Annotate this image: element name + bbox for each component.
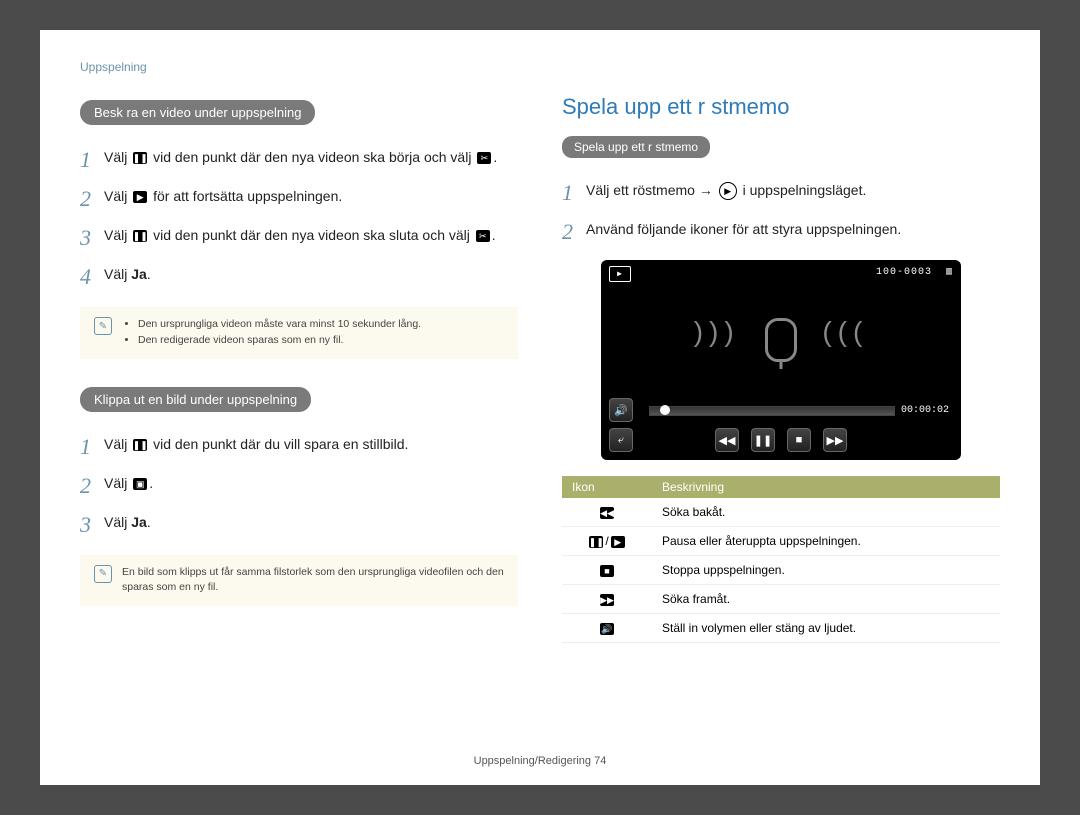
step-number: 2 (80, 469, 104, 502)
volume-button[interactable]: 🔊 (609, 398, 633, 422)
step-text: Välj Ja. (104, 260, 151, 285)
table-row: 🔊 Ställ in volymen eller stäng av ljudet… (562, 614, 1000, 643)
icon-cell: ❚❚/▶ (562, 527, 652, 556)
note-item: Den ursprungliga videon måste vara minst… (138, 317, 421, 333)
step-3: 3 Välj ❚❚ vid den punkt där den nya vide… (80, 221, 518, 254)
pill-voice-memo: Spela upp ett r stmemo (562, 136, 710, 158)
desc-cell: Söka bakåt. (652, 498, 1000, 527)
desc-cell: Pausa eller återuppta uppspelningen. (652, 527, 1000, 556)
step-text: Välj Ja. (104, 508, 151, 533)
table-row: ■ Stoppa uppspelningen. (562, 556, 1000, 585)
step-1: 1 Välj ❚❚ vid den punkt där den nya vide… (80, 143, 518, 176)
cut-icon: ✂ (476, 230, 490, 242)
battery-icon: ▥ (946, 267, 953, 278)
play-round-icon: ▶ (719, 182, 737, 200)
forward-icon: ▶▶ (600, 594, 614, 606)
progress-thumb (660, 405, 670, 415)
player-file-info: 100-0003 ▥ (876, 266, 953, 282)
icon-cell: ◀◀ (562, 498, 652, 527)
step-1b: 1 Välj ❚❚ vid den punkt där du vill spar… (80, 430, 518, 463)
microphone-icon (765, 318, 797, 362)
elapsed-time: 00:00:02 (901, 405, 949, 416)
file-number: 100-0003 (876, 267, 932, 278)
right-column: Spela upp ett r stmemo Spela upp ett r s… (562, 94, 1000, 643)
desc-cell: Ställ in volymen eller stäng av ljudet. (652, 614, 1000, 643)
play-icon: ▶ (133, 191, 147, 203)
icon-cell: ■ (562, 556, 652, 585)
table-head-desc: Beskrivning (652, 476, 1000, 498)
transport-controls: ◀◀ ❚❚ ■ ▶▶ (601, 428, 961, 452)
step-text: Välj ❚❚ vid den punkt där den nya videon… (104, 143, 497, 168)
rewind-button[interactable]: ◀◀ (715, 428, 739, 452)
note-icon: ✎ (94, 565, 112, 583)
pause-icon: ❚❚ (133, 439, 147, 451)
table-row: ▶▶ Söka framåt. (562, 585, 1000, 614)
step-number: 4 (80, 260, 104, 293)
step-text: Använd följande ikoner för att styra upp… (586, 215, 901, 240)
camera-icon: ▣ (133, 478, 147, 490)
pause-icon: ❚❚ (133, 230, 147, 242)
table-row: ❚❚/▶ Pausa eller återuppta uppspelningen… (562, 527, 1000, 556)
pill-capture-still: Klippa ut en bild under uppspelning (80, 387, 311, 412)
icon-description-table: Ikon Beskrivning ◀◀ Söka bakåt. ❚❚/▶ Pau… (562, 476, 1000, 643)
forward-button[interactable]: ▶▶ (823, 428, 847, 452)
progress-bar: 00:00:02 (649, 405, 949, 416)
step-4: 4 Välj Ja. (80, 260, 518, 293)
step-text: Välj ❚❚ vid den punkt där du vill spara … (104, 430, 408, 455)
note-text: En bild som klipps ut får samma filstorl… (122, 565, 504, 597)
step-2b: 2 Välj ▣. (80, 469, 518, 502)
note-box-1: ✎ Den ursprungliga videon måste vara min… (80, 307, 518, 359)
section-title: Spela upp ett r stmemo (562, 94, 1000, 120)
desc-cell: Söka framåt. (652, 585, 1000, 614)
step-number: 2 (80, 182, 104, 215)
table-head-icon: Ikon (562, 476, 652, 498)
step-2: 2 Välj ▶ för att fortsätta uppspelningen… (80, 182, 518, 215)
icon-cell: ▶▶ (562, 585, 652, 614)
pause-icon: ❚❚ (589, 536, 603, 548)
rewind-icon: ◀◀ (600, 507, 614, 519)
volume-icon: 🔊 (600, 623, 614, 635)
manual-page: Uppspelning Besk ra en video under uppsp… (40, 30, 1040, 785)
icon-cell: 🔊 (562, 614, 652, 643)
left-column: Besk ra en video under uppspelning 1 Väl… (80, 94, 518, 643)
pill-trim-video: Besk ra en video under uppspelning (80, 100, 315, 125)
step-number: 2 (562, 215, 586, 248)
step-text: Välj ▣. (104, 469, 153, 494)
player-center (601, 318, 961, 362)
step-number: 1 (562, 176, 586, 209)
pause-button[interactable]: ❚❚ (751, 428, 775, 452)
step-text: Välj ett röstmemo → ▶ i uppspelningsläge… (586, 176, 866, 201)
step-number: 1 (80, 430, 104, 463)
table-row: ◀◀ Söka bakåt. (562, 498, 1000, 527)
step-r2: 2 Använd följande ikoner för att styra u… (562, 215, 1000, 248)
cut-icon: ✂ (477, 152, 491, 164)
step-3b: 3 Välj Ja. (80, 508, 518, 541)
player-topbar: ▶ 100-0003 ▥ (609, 266, 953, 282)
stop-icon: ■ (600, 565, 614, 577)
voice-memo-player: ▶ 100-0003 ▥ ))) ((( 00:00:02 (601, 260, 961, 460)
pause-icon: ❚❚ (133, 152, 147, 164)
footer-page: 74 (594, 755, 606, 767)
progress-track (649, 406, 895, 416)
note-item: Den redigerade videon sparas som en ny f… (138, 333, 421, 349)
step-number: 3 (80, 508, 104, 541)
playback-mode-icon: ▶ (609, 266, 631, 282)
page-footer: Uppspelning/Redigering 74 (40, 755, 1040, 767)
step-number: 1 (80, 143, 104, 176)
note-icon: ✎ (94, 317, 112, 335)
desc-cell: Stoppa uppspelningen. (652, 556, 1000, 585)
footer-text: Uppspelning/Redigering (474, 755, 591, 767)
play-icon: ▶ (611, 536, 625, 548)
note-box-2: ✎ En bild som klipps ut får samma filsto… (80, 555, 518, 607)
step-number: 3 (80, 221, 104, 254)
stop-button[interactable]: ■ (787, 428, 811, 452)
note-list: Den ursprungliga videon måste vara minst… (122, 317, 421, 349)
columns: Besk ra en video under uppspelning 1 Väl… (80, 94, 1000, 643)
step-r1: 1 Välj ett röstmemo → ▶ i uppspelningslä… (562, 176, 1000, 209)
step-text: Välj ▶ för att fortsätta uppspelningen. (104, 182, 342, 207)
section-header: Uppspelning (80, 60, 1000, 74)
step-text: Välj ❚❚ vid den punkt där den nya videon… (104, 221, 496, 246)
